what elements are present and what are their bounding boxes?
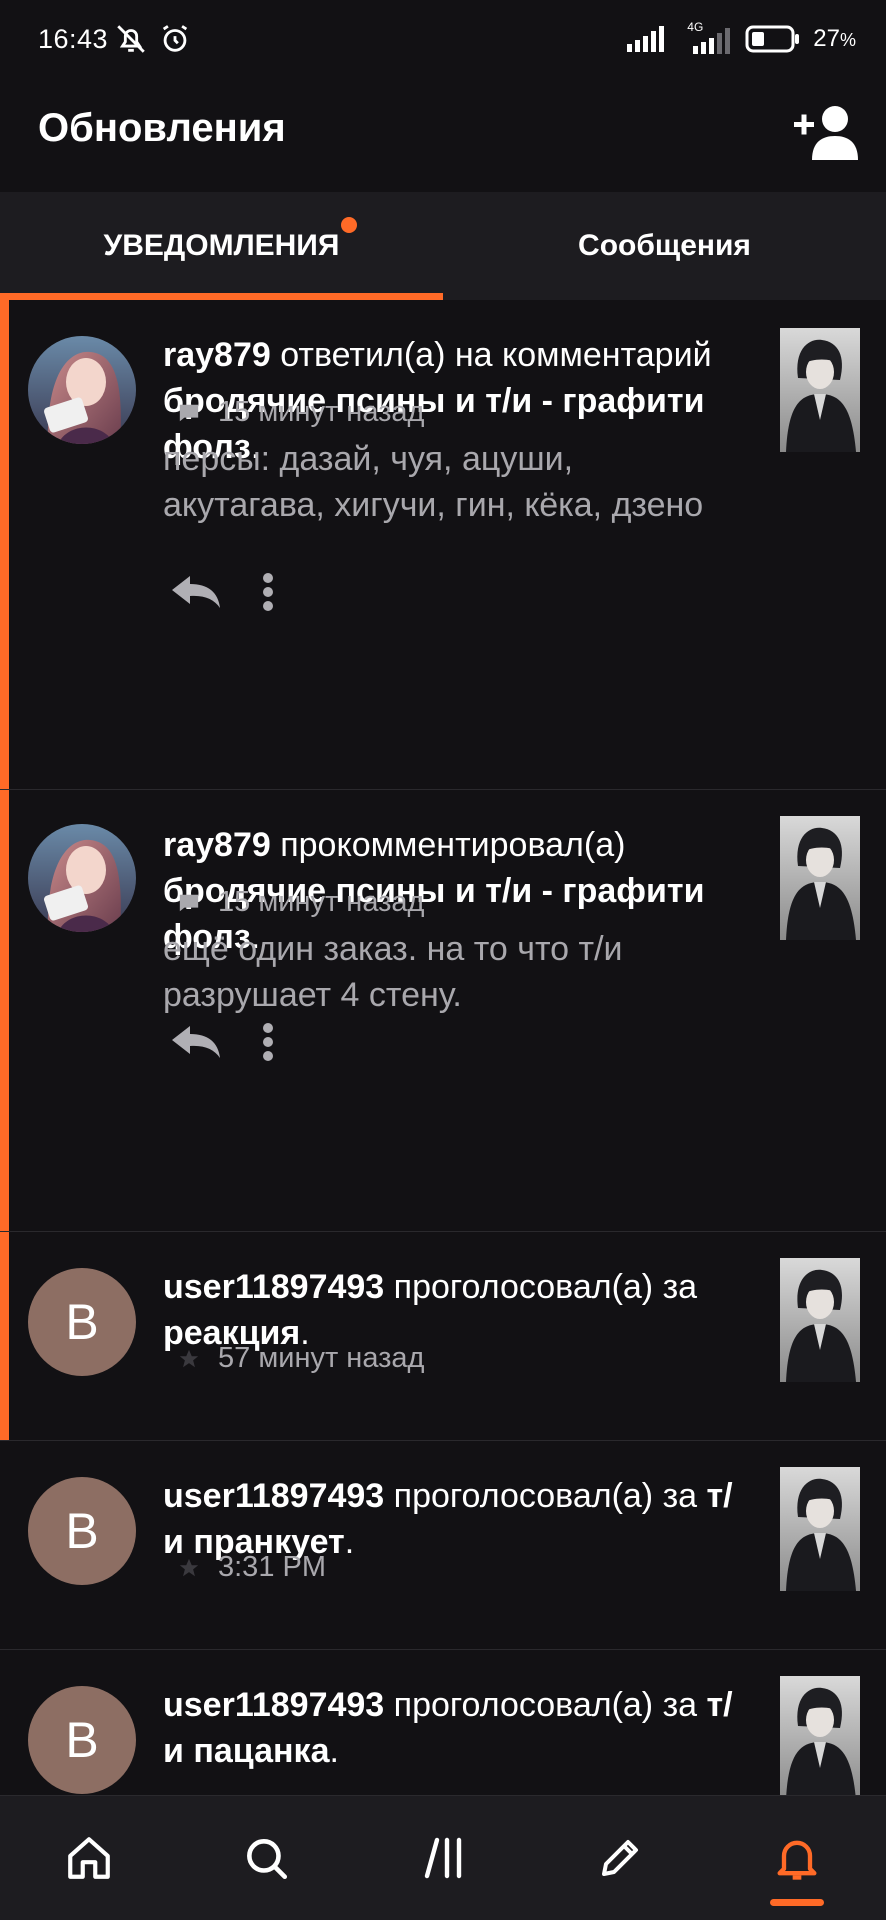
app-header: Обновления — [0, 82, 886, 192]
signal-4g-icon: 4G — [681, 20, 733, 54]
notification-meta: 15 минут назад — [178, 396, 424, 429]
user-avatar[interactable]: B — [28, 1477, 136, 1585]
notification-item[interactable]: ray879 прокомментировал(а) бродячие псин… — [0, 790, 886, 1232]
nav-home[interactable] — [0, 1796, 177, 1920]
user-avatar[interactable] — [28, 824, 136, 932]
pencil-icon — [602, 1840, 639, 1876]
notification-item[interactable]: B user11897493 проголосовал(а) за реакци… — [0, 1232, 886, 1441]
reply-button[interactable] — [170, 1024, 222, 1060]
tab-messages-label: Сообщения — [578, 229, 751, 262]
notification-meta: 57 минут назад — [178, 1342, 424, 1375]
status-bar: 16:43 4G 27% — [0, 0, 886, 82]
more-options-button[interactable] — [262, 572, 274, 612]
comment-excerpt: ещё один заказ. на то что т/и разрушает … — [163, 930, 623, 1014]
status-icons-left — [114, 22, 192, 56]
user-avatar[interactable]: B — [28, 1268, 136, 1376]
notification-meta: 3:31 PM — [178, 1551, 326, 1584]
story-thumbnail[interactable] — [780, 1676, 860, 1795]
add-user-icon — [794, 106, 858, 160]
username[interactable]: ray879 — [163, 826, 271, 864]
username[interactable]: ray879 — [163, 336, 271, 374]
story-thumbnail[interactable] — [780, 816, 860, 940]
battery-icon — [745, 25, 800, 53]
more-vertical-icon — [263, 1023, 273, 1061]
tab-bar: УВЕДОМЛЕНИЯ Сообщения — [0, 192, 886, 300]
notification-item[interactable]: B user11897493 проголосовал(а) за т/и пр… — [0, 1441, 886, 1650]
avatar-letter: B — [65, 1712, 99, 1768]
comment-icon — [179, 894, 199, 911]
more-options-button[interactable] — [262, 1022, 274, 1062]
user-avatar[interactable]: B — [28, 1686, 136, 1794]
notification-action: проголосовал(а) за — [393, 1268, 698, 1306]
nav-library[interactable] — [354, 1796, 531, 1920]
notifications-feed[interactable]: ray879 ответил(а) на комментарий бродячи… — [0, 300, 886, 1795]
bell-icon — [777, 1840, 817, 1880]
username[interactable]: user11897493 — [163, 1268, 384, 1306]
sentence-end: . — [329, 1732, 339, 1770]
status-time: 16:43 — [38, 24, 109, 54]
page-title: Обновления — [38, 106, 286, 150]
search-icon — [246, 1839, 287, 1880]
more-vertical-icon — [263, 573, 273, 611]
notification-time: 15 минут назад — [218, 396, 425, 428]
nav-search[interactable] — [177, 1796, 354, 1920]
bottom-navigation — [0, 1795, 886, 1920]
battery-percentage: 27% — [813, 25, 856, 52]
story-thumbnail[interactable] — [780, 1467, 860, 1591]
library-icon — [424, 1837, 462, 1879]
nav-write[interactable] — [532, 1796, 709, 1920]
notification-action: прокомментировал(а) — [280, 826, 626, 864]
reply-icon — [172, 576, 220, 608]
star-icon — [179, 1349, 199, 1367]
notification-meta: 15 минут назад — [178, 886, 424, 919]
username[interactable]: user11897493 — [163, 1477, 384, 1515]
tab-notifications[interactable]: УВЕДОМЛЕНИЯ — [0, 192, 443, 300]
avatar-letter: B — [65, 1503, 99, 1559]
star-icon — [179, 1558, 199, 1576]
notification-item[interactable]: B user11897493 проголосовал(а) за т/и па… — [0, 1650, 886, 1795]
reply-button[interactable] — [170, 574, 222, 610]
notification-item[interactable]: ray879 ответил(а) на комментарий бродячи… — [0, 300, 886, 790]
username[interactable]: user11897493 — [163, 1686, 384, 1724]
bell-muted-icon — [117, 25, 145, 53]
notification-action: ответил(а) на комментарий — [280, 336, 712, 374]
unread-dot — [341, 217, 358, 233]
status-icons-right: 4G 27% — [627, 20, 856, 54]
tab-notifications-label: УВЕДОМЛЕНИЯ — [103, 229, 340, 262]
story-thumbnail[interactable] — [780, 1258, 860, 1382]
notification-actions — [170, 1022, 274, 1062]
story-thumbnail[interactable] — [780, 328, 860, 452]
notification-time: 15 минут назад — [218, 886, 425, 918]
notification-action: проголосовал(а) за — [393, 1686, 698, 1724]
avatar-letter: B — [65, 1294, 99, 1350]
signal-icon — [627, 26, 665, 52]
comment-icon — [179, 404, 199, 421]
notification-time: 57 минут назад — [218, 1342, 425, 1374]
notification-action: проголосовал(а) за — [393, 1477, 698, 1515]
tab-notifications-label-wrap: УВЕДОМЛЕНИЯ — [103, 217, 358, 263]
notification-actions — [170, 572, 274, 612]
notification-text: user11897493 проголосовал(а) за т/и паца… — [163, 1682, 733, 1774]
add-user-button[interactable] — [792, 102, 858, 162]
home-icon — [67, 1837, 110, 1879]
user-avatar[interactable] — [28, 336, 136, 444]
sentence-end: . — [344, 1523, 355, 1561]
tab-messages[interactable]: Сообщения — [443, 192, 886, 300]
notification-time: 3:31 PM — [218, 1551, 326, 1583]
nav-notifications[interactable] — [709, 1796, 886, 1920]
comment-excerpt: персы: дазай, чуя, ацуши, акутагава, хиг… — [163, 440, 704, 524]
reply-icon — [172, 1026, 220, 1058]
alarm-icon — [162, 25, 188, 52]
